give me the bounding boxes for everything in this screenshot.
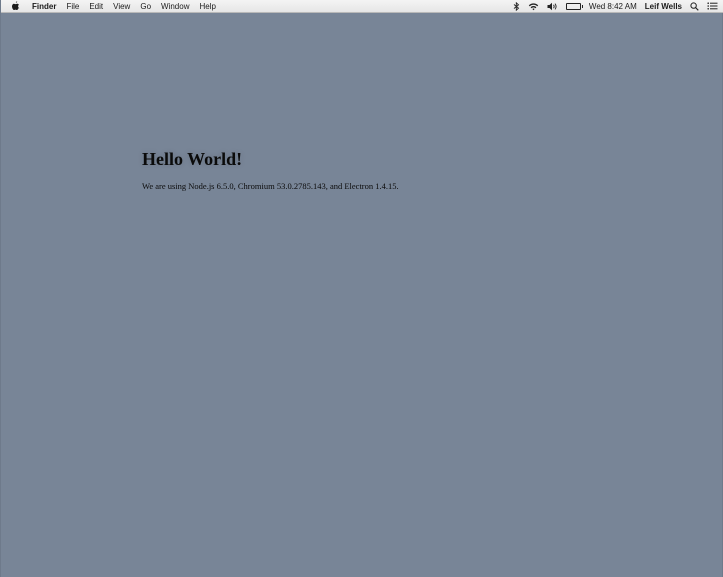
- clock[interactable]: Wed 8:42 AM: [589, 0, 637, 13]
- menu-finder[interactable]: Finder: [32, 0, 56, 13]
- wifi-icon[interactable]: [528, 0, 539, 13]
- versions-text: We are using Node.js 6.5.0, Chromium 53.…: [142, 181, 399, 191]
- menu-help[interactable]: Help: [199, 0, 215, 13]
- menu-window[interactable]: Window: [161, 0, 189, 13]
- menu-go[interactable]: Go: [140, 0, 151, 13]
- app-content: Hello World! We are using Node.js 6.5.0,…: [142, 146, 399, 192]
- menu-bar-status: Wed 8:42 AM Leif Wells: [505, 0, 718, 12]
- desktop-window: Finder File Edit View Go Window Help Wed…: [0, 0, 723, 577]
- page-heading: Hello World!: [142, 149, 243, 169]
- bluetooth-icon[interactable]: [513, 0, 520, 13]
- menu-edit[interactable]: Edit: [89, 0, 103, 13]
- menu-file[interactable]: File: [66, 0, 79, 13]
- notification-center-icon[interactable]: [707, 0, 718, 13]
- battery-icon[interactable]: [565, 2, 583, 10]
- menu-view[interactable]: View: [113, 0, 130, 13]
- spotlight-search-icon[interactable]: [690, 0, 699, 13]
- menu-bar-left: Finder File Edit View Go Window Help: [10, 0, 226, 12]
- menu-bar: Finder File Edit View Go Window Help Wed…: [1, 0, 723, 13]
- volume-icon[interactable]: [547, 0, 558, 13]
- user-name[interactable]: Leif Wells: [645, 0, 682, 13]
- apple-icon[interactable]: [10, 1, 20, 12]
